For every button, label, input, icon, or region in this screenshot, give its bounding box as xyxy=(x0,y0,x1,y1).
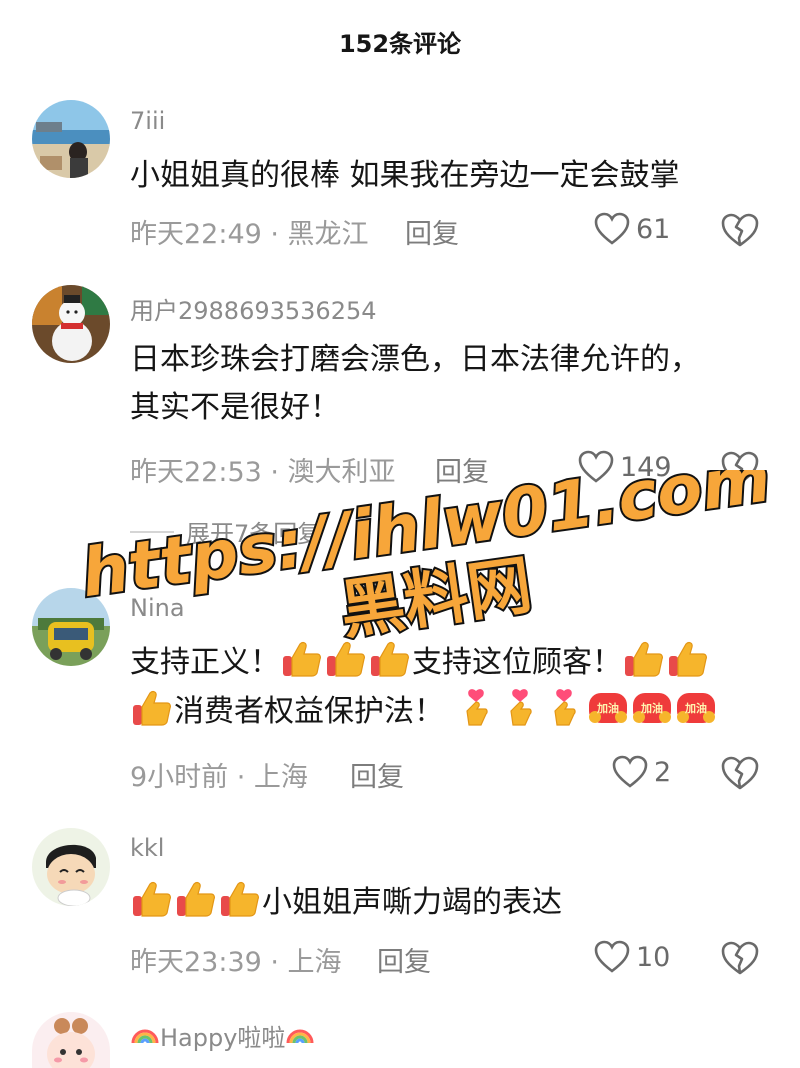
avatar[interactable] xyxy=(32,588,110,666)
broken-heart-icon[interactable] xyxy=(720,212,760,248)
comments-header: 152条评论 xyxy=(0,0,800,80)
username[interactable]: kkl xyxy=(130,834,164,862)
reply-button[interactable]: 回复 xyxy=(377,940,431,979)
username[interactable]: Happy啦啦 xyxy=(130,1018,315,1053)
comment-text-part: 支持这位顾客！ xyxy=(412,645,622,680)
avatar[interactable] xyxy=(32,1012,110,1068)
username-text: Happy啦啦 xyxy=(160,1024,286,1052)
avatar-train-photo xyxy=(32,588,110,666)
comment-text: 小姐姐真的很棒 如果我在旁边一定会鼓掌 xyxy=(130,158,680,193)
thumbs-up-emoji xyxy=(280,641,412,680)
like-button[interactable]: 61 xyxy=(594,212,670,246)
expand-replies-label: 展开7条回复 xyxy=(186,520,322,548)
comment-meta: 昨天22:49 · 黑龙江 xyxy=(130,219,369,250)
heart-icon xyxy=(594,940,630,973)
heart-icon xyxy=(578,450,614,483)
comment-count-title: 152条评论 xyxy=(338,30,462,58)
jiayou-emoji: 加油 加油 加油 xyxy=(586,693,718,729)
avatar-cartoon xyxy=(32,828,110,906)
comment-text-part: 小姐姐声嘶力竭的表达 xyxy=(262,885,562,920)
like-button[interactable]: 10 xyxy=(594,940,670,974)
like-count: 10 xyxy=(636,941,671,973)
thumbs-up-emoji xyxy=(130,881,262,920)
jiayou-label: 加油 xyxy=(684,701,707,715)
reply-button[interactable]: 回复 xyxy=(350,755,404,794)
avatar[interactable] xyxy=(32,285,110,363)
like-count: 2 xyxy=(654,756,672,788)
like-button[interactable]: 149 xyxy=(578,450,672,484)
comment-meta: 昨天22:53 · 澳大利亚 xyxy=(130,457,396,488)
avatar[interactable] xyxy=(32,828,110,906)
comment-text: 日本珍珠会打磨会漂色，日本法律允许的，其实不是很好！ xyxy=(130,342,700,425)
heart-icon xyxy=(612,755,648,788)
expand-divider xyxy=(130,530,174,533)
comment-text: 支持正义！ 支持这位顾客！ 消费者权益保护法！ 加油 加油 加油 xyxy=(130,638,770,736)
like-button[interactable]: 2 xyxy=(612,755,671,789)
like-count: 61 xyxy=(636,213,671,245)
like-count: 149 xyxy=(620,451,672,483)
jiayou-label: 加油 xyxy=(640,701,663,715)
thumbs-up-emoji xyxy=(130,690,174,729)
watermark-site-name: 黑料网 xyxy=(336,549,536,640)
broken-heart-icon[interactable] xyxy=(720,450,760,486)
reply-button[interactable]: 回复 xyxy=(405,212,459,251)
comment-text-part: 支持正义！ xyxy=(130,645,280,680)
reply-button[interactable]: 回复 xyxy=(435,450,489,489)
heart-icon xyxy=(594,212,630,245)
avatar-girl-cartoon xyxy=(32,1012,110,1068)
finger-heart-emoji xyxy=(454,689,586,729)
comment-meta: 9小时前 · 上海 xyxy=(130,762,308,793)
username[interactable]: Nina xyxy=(130,594,185,622)
username[interactable]: 用户2988693536254 xyxy=(130,291,377,326)
rainbow-emoji xyxy=(285,1021,315,1051)
thumbs-up-emoji xyxy=(622,641,710,680)
broken-heart-icon[interactable] xyxy=(720,940,760,976)
avatar-snowman-photo xyxy=(32,285,110,363)
expand-replies-button[interactable]: 展开7条回复 xyxy=(130,514,321,549)
broken-heart-icon[interactable] xyxy=(720,755,760,791)
comment-text: 小姐姐声嘶力竭的表达 xyxy=(130,878,770,927)
avatar[interactable] xyxy=(32,100,110,178)
avatar-beach-photo xyxy=(32,100,110,178)
comment-text-part: 消费者权益保护法！ xyxy=(174,694,444,729)
username[interactable]: 7iii xyxy=(130,107,165,135)
rainbow-emoji xyxy=(130,1021,160,1051)
comment-meta: 昨天23:39 · 上海 xyxy=(130,947,342,978)
jiayou-label: 加油 xyxy=(596,701,619,715)
